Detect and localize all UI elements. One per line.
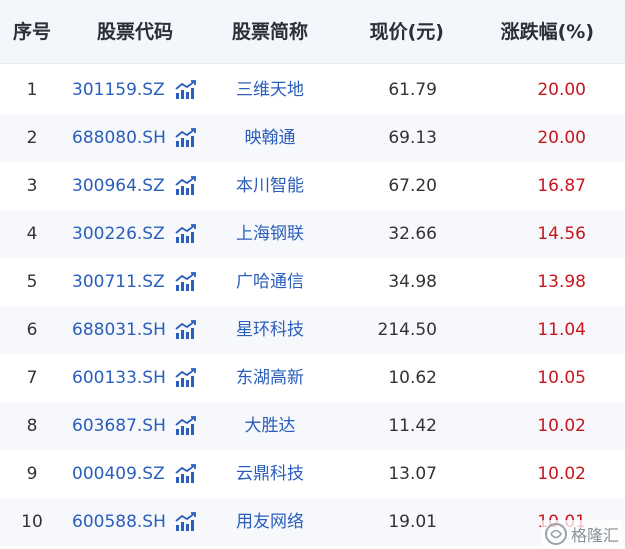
- trend-chart-icon[interactable]: [175, 128, 197, 148]
- stock-code-link[interactable]: 600588.SH: [72, 498, 166, 546]
- stock-price: 69.13: [388, 128, 437, 148]
- stock-name-link[interactable]: 三维天地: [216, 66, 324, 114]
- stock-change-percent: 10.05: [537, 368, 586, 388]
- row-index: 2: [26, 128, 38, 148]
- stock-price: 34.98: [388, 272, 437, 292]
- stock-name-link[interactable]: 上海钢联: [216, 210, 324, 258]
- row-index: 3: [26, 176, 38, 196]
- stock-price: 32.66: [388, 224, 437, 244]
- stock-change-percent: 20.00: [537, 128, 586, 148]
- table-row[interactable]: 9 000409.SZ 云鼎科技 13.07 10.02: [0, 450, 625, 498]
- stock-price: 10.62: [388, 368, 437, 388]
- header-name[interactable]: 股票简称: [216, 0, 324, 64]
- trend-chart-icon[interactable]: [175, 80, 197, 100]
- row-index: 6: [26, 320, 38, 340]
- stock-code-link[interactable]: 688031.SH: [72, 306, 166, 354]
- table-row[interactable]: 6 688031.SH 星环科技 214.50 11.04: [0, 306, 625, 354]
- stock-change-percent: 10.02: [537, 464, 586, 484]
- trend-chart-icon[interactable]: [175, 464, 197, 484]
- row-index: 8: [26, 416, 38, 436]
- trend-chart-icon[interactable]: [175, 224, 197, 244]
- stock-price: 214.50: [377, 320, 437, 340]
- header-index: 序号: [12, 21, 51, 43]
- stock-change-percent: 10.02: [537, 416, 586, 436]
- stock-name-link[interactable]: 大胜达: [216, 402, 324, 450]
- trend-chart-icon[interactable]: [175, 416, 197, 436]
- stock-code-link[interactable]: 000409.SZ: [72, 450, 165, 498]
- stock-code-link[interactable]: 603687.SH: [72, 402, 166, 450]
- stock-code-link[interactable]: 300226.SZ: [72, 210, 165, 258]
- trend-chart-icon[interactable]: [175, 176, 197, 196]
- stock-code-link[interactable]: 300964.SZ: [72, 162, 165, 210]
- header-change[interactable]: 涨跌幅(%): [470, 0, 594, 64]
- stock-price: 67.20: [388, 176, 437, 196]
- row-index: 9: [26, 464, 38, 484]
- stock-name-link[interactable]: 东湖高新: [216, 354, 324, 402]
- trend-chart-icon[interactable]: [175, 272, 197, 292]
- table-row[interactable]: 3 300964.SZ 本川智能 67.20 16.87: [0, 162, 625, 210]
- row-index: 5: [26, 272, 38, 292]
- stock-price: 11.42: [388, 416, 437, 436]
- stock-code-link[interactable]: 300711.SZ: [72, 258, 165, 306]
- stock-code-link[interactable]: 600133.SH: [72, 354, 166, 402]
- stock-change-percent: 13.98: [537, 272, 586, 292]
- table-row[interactable]: 2 688080.SH 映翰通 69.13 20.00: [0, 114, 625, 162]
- table-row[interactable]: 8 603687.SH 大胜达 11.42 10.02: [0, 402, 625, 450]
- table-row[interactable]: 4 300226.SZ 上海钢联 32.66 14.56: [0, 210, 625, 258]
- watermark: 格隆汇: [540, 520, 623, 548]
- table-row[interactable]: 10600588.SH用友网络19.0110.01: [0, 498, 625, 546]
- table-row[interactable]: 7 600133.SH 东湖高新 10.62 10.05: [0, 354, 625, 402]
- trend-chart-icon[interactable]: [175, 368, 197, 388]
- stock-name-link[interactable]: 映翰通: [216, 114, 324, 162]
- stock-price: 13.07: [388, 464, 437, 484]
- gelonghui-logo-icon: [544, 523, 567, 545]
- row-index: 10: [21, 512, 43, 532]
- row-index: 4: [26, 224, 38, 244]
- stock-name-link[interactable]: 本川智能: [216, 162, 324, 210]
- stock-code-link[interactable]: 301159.SZ: [72, 66, 165, 114]
- stock-gainers-table: 序号 股票代码 股票简称 现价(元) 涨跌幅(%) 1 301159.SZ 三维天地…: [0, 0, 625, 549]
- stock-name-link[interactable]: 云鼎科技: [216, 450, 324, 498]
- stock-code-link[interactable]: 688080.SH: [72, 114, 166, 162]
- row-index: 1: [26, 80, 38, 100]
- table-row[interactable]: 1 301159.SZ 三维天地 61.79 20.00: [0, 66, 625, 114]
- header-price[interactable]: 现价(元): [340, 0, 444, 64]
- trend-chart-icon[interactable]: [175, 512, 197, 532]
- stock-price: 61.79: [388, 80, 437, 100]
- stock-name-link[interactable]: 广哈通信: [216, 258, 324, 306]
- table-header: 序号 股票代码 股票简称 现价(元) 涨跌幅(%): [0, 0, 625, 64]
- stock-change-percent: 20.00: [537, 80, 586, 100]
- stock-name-link[interactable]: 星环科技: [216, 306, 324, 354]
- row-index: 7: [26, 368, 38, 388]
- stock-change-percent: 14.56: [537, 224, 586, 244]
- trend-chart-icon[interactable]: [175, 320, 197, 340]
- header-code[interactable]: 股票代码: [85, 0, 185, 64]
- stock-change-percent: 11.04: [537, 320, 586, 340]
- stock-change-percent: 16.87: [537, 176, 586, 196]
- stock-name-link[interactable]: 用友网络: [216, 498, 324, 546]
- table-row[interactable]: 5 300711.SZ 广哈通信 34.98 13.98: [0, 258, 625, 306]
- watermark-text: 格隆汇: [570, 526, 619, 545]
- stock-price: 19.01: [388, 512, 437, 532]
